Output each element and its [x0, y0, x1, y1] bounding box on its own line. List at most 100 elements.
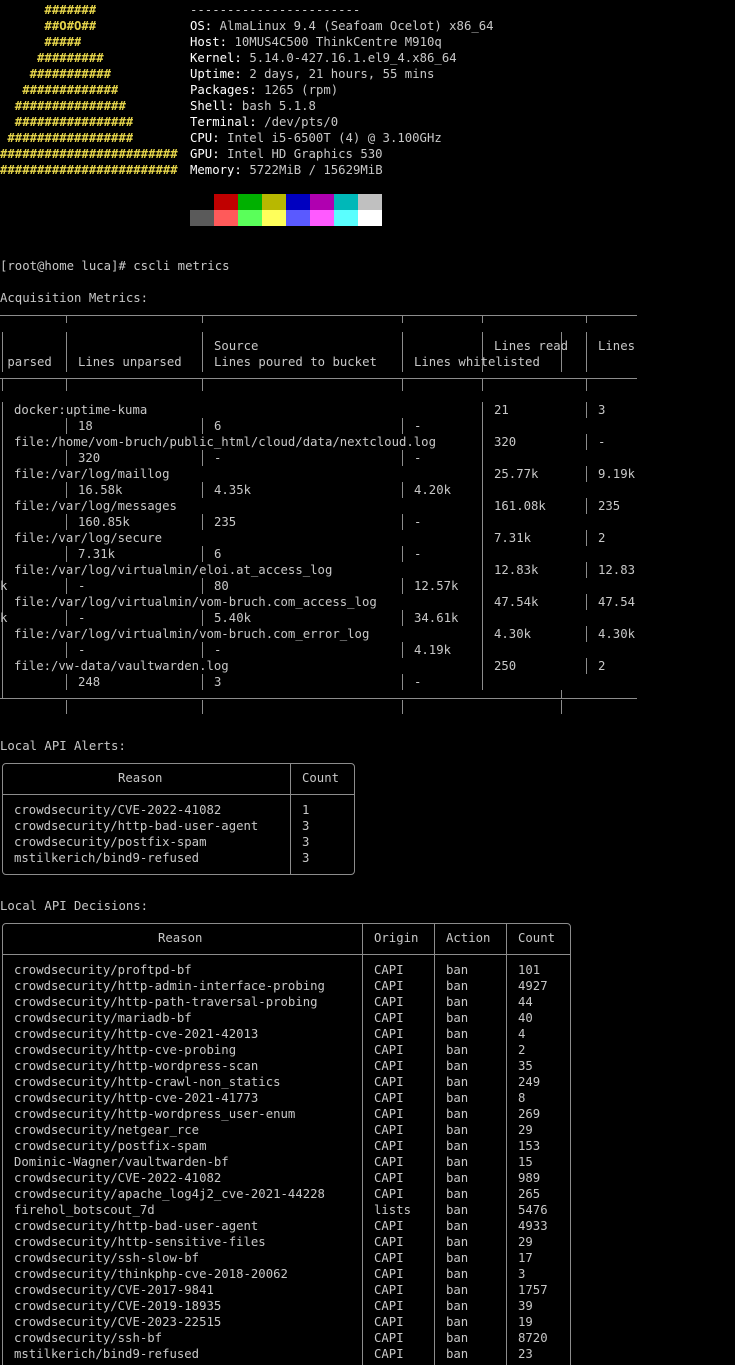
palette-swatch [358, 210, 382, 226]
info-value: Intel i5-6500T (4) @ 3.100GHz [219, 131, 442, 145]
column-divider [402, 674, 403, 690]
acq-lines-read: 21 [494, 403, 509, 417]
acq-lines-read: 25.77k [494, 467, 539, 481]
decision-count: 249 [518, 1075, 541, 1089]
acq-source: file:/var/log/messages [14, 499, 177, 513]
header-lines-whitelisted: Lines whitelisted [414, 355, 540, 369]
decision-origin: lists [374, 1203, 412, 1217]
decision-origin: CAPI [374, 1059, 404, 1073]
acq-source: file:/vw-data/vaultwarden.log [14, 659, 229, 673]
acq-lines-read: 320 [494, 435, 517, 449]
acq-lines-parsed: 2 [598, 531, 606, 545]
info-key: Memory: [190, 163, 242, 177]
column-divider [482, 466, 483, 498]
column-divider [202, 332, 203, 372]
column-divider [202, 482, 203, 498]
column-divider [586, 498, 587, 514]
column-divider [66, 450, 67, 466]
decision-count: 4927 [518, 979, 548, 993]
decision-origin: CAPI [374, 1091, 404, 1105]
decisions-header-count: Count [518, 931, 556, 945]
decision-action: ban [446, 1123, 469, 1137]
decision-origin: CAPI [374, 995, 404, 1009]
decision-origin: CAPI [374, 963, 404, 977]
decision-reason: crowdsecurity/http-crawl-non_statics [14, 1075, 281, 1089]
decision-origin: CAPI [374, 1043, 404, 1057]
column-tick [66, 315, 67, 323]
column-divider [402, 610, 403, 626]
column-tick [66, 379, 67, 391]
decision-action: ban [446, 1267, 469, 1281]
info-value: 5722MiB / 15629MiB [241, 163, 383, 177]
decision-action: ban [446, 1107, 469, 1121]
column-divider [402, 450, 403, 466]
info-key: Terminal: [190, 115, 257, 129]
decision-origin: CAPI [374, 1267, 404, 1281]
decision-reason: crowdsecurity/ssh-bf [14, 1331, 163, 1345]
alerts-header-reason: Reason [118, 771, 163, 785]
table-bottom-border [0, 698, 637, 699]
decision-count: 8720 [518, 1331, 548, 1345]
acq-lines-read: 4.30k [494, 627, 532, 641]
header-lines-parsed: Lines [598, 339, 636, 353]
logo-line: ############# [0, 83, 119, 97]
decision-count: 44 [518, 995, 533, 1009]
decision-origin: CAPI [374, 1027, 404, 1041]
alert-count: 3 [302, 835, 310, 849]
column-divider [402, 642, 403, 658]
terminal-window[interactable]: ####### ##O#O## ##### ######### ########… [0, 0, 735, 1365]
decision-reason: crowdsecurity/mariadb-bf [14, 1011, 192, 1025]
column-divider [402, 332, 403, 372]
logo-line: ################ [0, 115, 134, 129]
column-divider [586, 332, 587, 372]
column-tick [66, 700, 67, 714]
decision-count: 1757 [518, 1283, 548, 1297]
logo-line: ############### [0, 99, 126, 113]
column-divider [586, 594, 587, 610]
decision-action: ban [446, 1315, 469, 1329]
palette-swatch [238, 210, 262, 226]
column-tick [586, 379, 587, 391]
decision-count: 39 [518, 1299, 533, 1313]
decision-reason: crowdsecurity/http-wordpress_user-enum [14, 1107, 296, 1121]
decision-count: 101 [518, 963, 541, 977]
info-key: Kernel: [190, 51, 242, 65]
column-divider [202, 514, 203, 530]
decision-action: ban [446, 1283, 469, 1297]
logo-line: ##O#O## [0, 19, 97, 33]
column-divider [66, 482, 67, 498]
acq-lines-unparsed: 18 [78, 419, 93, 433]
decision-action: ban [446, 1139, 469, 1153]
acq-lines-parsed: 12.83 [598, 563, 636, 577]
decision-origin: CAPI [374, 1011, 404, 1025]
logo-line: ######################## [0, 147, 178, 161]
column-divider [362, 923, 363, 1365]
acq-lines-whitelisted: - [414, 547, 422, 561]
decision-action: ban [446, 1091, 469, 1105]
info-value: bash 5.1.8 [234, 99, 316, 113]
acq-lines-parsed: 3 [598, 403, 606, 417]
column-tick [402, 700, 403, 714]
decision-action: ban [446, 1155, 469, 1169]
decision-count: 5476 [518, 1203, 548, 1217]
decision-action: ban [446, 1331, 469, 1345]
table-top-border [0, 315, 561, 316]
column-divider [66, 418, 67, 434]
decision-origin: CAPI [374, 1283, 404, 1297]
acq-wrap: k [0, 611, 8, 625]
header-separator [2, 954, 570, 955]
decision-reason: crowdsecurity/postfix-spam [14, 1139, 207, 1153]
decisions-header-action: Action [446, 931, 491, 945]
column-divider [402, 514, 403, 530]
alert-count: 3 [302, 819, 310, 833]
column-tick [586, 315, 587, 323]
decision-origin: CAPI [374, 1251, 404, 1265]
shell-prompt: [root@home luca]# cscli metrics [0, 259, 230, 273]
decision-origin: CAPI [374, 1187, 404, 1201]
decisions-header-reason: Reason [158, 931, 203, 945]
info-key: Host: [190, 35, 228, 49]
decision-action: ban [446, 1299, 469, 1313]
alert-reason: crowdsecurity/http-bad-user-agent [14, 819, 259, 833]
info-value: AlmaLinux 9.4 (Seafoam Ocelot) x86_64 [212, 19, 494, 33]
decision-action: ban [446, 1235, 469, 1249]
